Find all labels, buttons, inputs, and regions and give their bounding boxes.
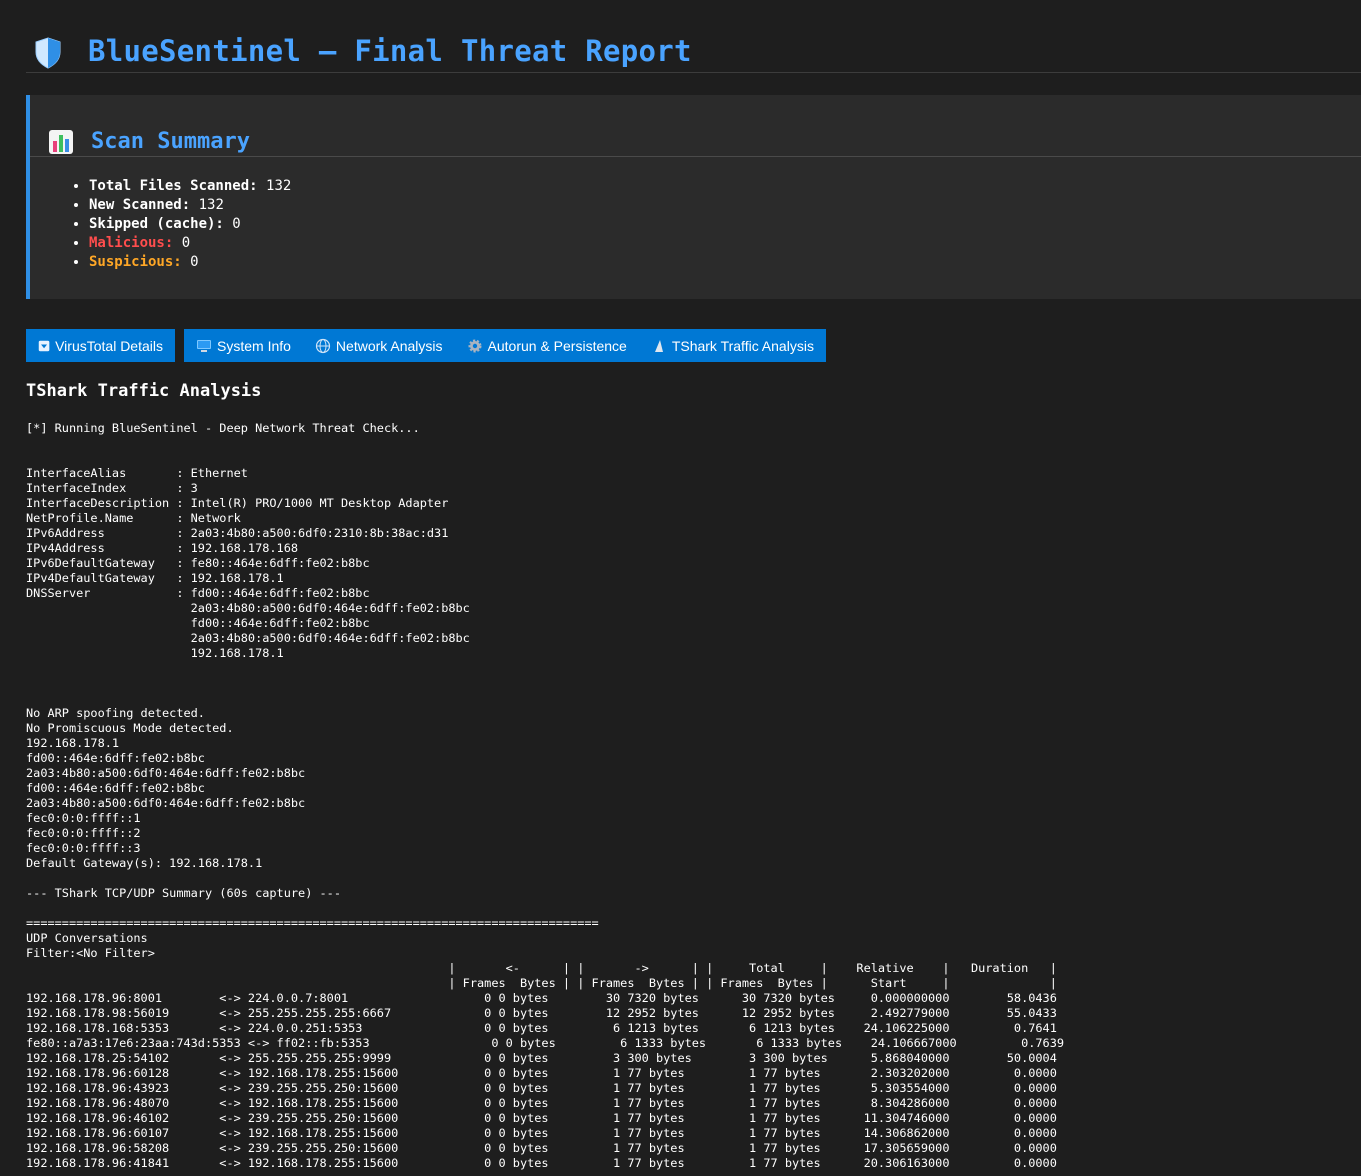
tab-network-analysis[interactable]: Network Analysis: [302, 329, 455, 362]
summary-label: New Scanned:: [89, 197, 191, 213]
tab-label: Network Analysis: [335, 337, 443, 354]
summary-item-new: New Scanned: 132: [89, 196, 291, 215]
computer-icon: [197, 339, 211, 352]
section-title: TShark Traffic Analysis: [26, 381, 262, 401]
bar-chart-icon: [49, 130, 73, 154]
tab-label: TShark Traffic Analysis: [671, 337, 814, 354]
title-bar: BlueSentinel – Final Threat Report: [26, 0, 1361, 73]
summary-label: Skipped (cache):: [89, 216, 224, 232]
summary-value: 0: [181, 235, 191, 251]
scan-summary-header: Scan Summary: [30, 125, 1361, 157]
summary-item-malicious: Malicious: 0: [89, 234, 291, 253]
report-page: BlueSentinel – Final Threat Report Scan …: [26, 0, 1361, 1170]
tab-virustotal-details[interactable]: VirusTotal Details: [26, 329, 175, 362]
summary-item-suspicious: Suspicious: 0: [89, 253, 291, 272]
tab-gap: [175, 329, 184, 362]
scan-summary-list: Total Files Scanned: 132 New Scanned: 13…: [66, 177, 291, 272]
summary-value: 0: [190, 254, 199, 270]
summary-value: 132: [266, 178, 292, 194]
down-arrow-box-icon: [38, 340, 50, 351]
page-title: BlueSentinel – Final Threat Report: [88, 34, 692, 68]
summary-item-skipped: Skipped (cache): 0: [89, 215, 291, 234]
tab-autorun-persistence[interactable]: Autorun & Persistence: [454, 329, 639, 362]
scan-summary-panel: Scan Summary Total Files Scanned: 132 Ne…: [26, 95, 1361, 299]
tab-label: VirusTotal Details: [55, 337, 163, 354]
summary-label: Total Files Scanned:: [89, 178, 258, 194]
summary-label: Malicious:: [89, 235, 174, 251]
tshark-output: [*] Running BlueSentinel - Deep Network …: [26, 421, 1065, 1170]
summary-value: 132: [198, 197, 224, 213]
tab-label: System Info: [217, 337, 291, 354]
shark-fin-icon: [654, 339, 663, 352]
summary-label: Suspicious:: [89, 254, 182, 270]
shield-icon: [35, 37, 61, 69]
summary-item-total: Total Files Scanned: 132: [89, 177, 291, 196]
globe-icon: [315, 338, 331, 353]
tab-tshark-traffic-analysis[interactable]: TShark Traffic Analysis: [638, 329, 826, 362]
tab-group: System Info Network Analysis Autorun & P…: [184, 329, 826, 362]
tab-label: Autorun & Persistence: [487, 337, 627, 354]
gear-icon: [468, 339, 482, 352]
tab-system-info[interactable]: System Info: [184, 329, 303, 362]
scan-summary-title: Scan Summary: [91, 129, 250, 154]
report-tabs: VirusTotal Details System Info Network A…: [26, 329, 826, 362]
summary-value: 0: [232, 216, 241, 232]
